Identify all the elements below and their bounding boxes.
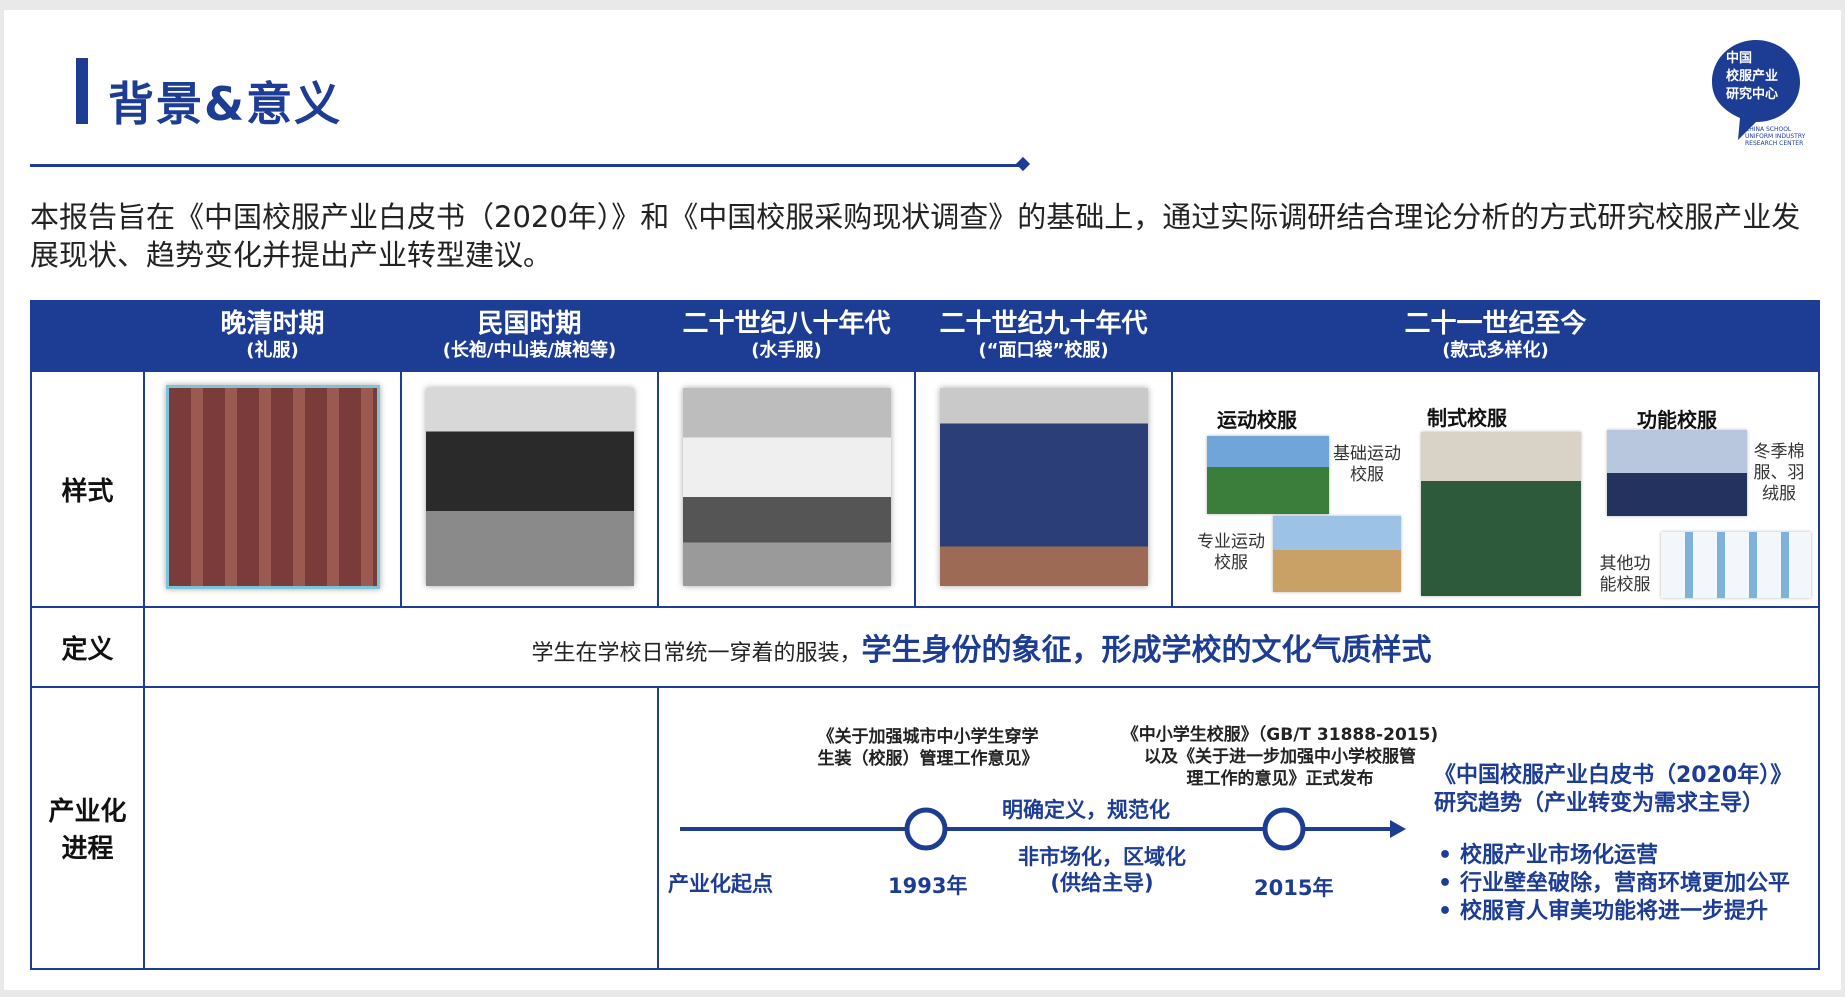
trend-item: 校服育人审美功能将进一步提升 xyxy=(1436,898,1790,926)
timeline-start-label: 产业化起点 xyxy=(668,872,773,896)
year-1993-label: 1993年 xyxy=(888,874,968,898)
segment-above-label: 明确定义，规范化 xyxy=(1002,798,1170,822)
timeline-arrow-icon xyxy=(1390,820,1406,838)
milestone-2015-marker xyxy=(1262,807,1306,851)
slide: 背景&意义 中国 校服产业 研究中心 CHINA SCHOOL UNIFORM … xyxy=(4,10,1841,990)
milestone-1993-marker xyxy=(904,807,948,851)
trend-item: 行业壁垒破除，营商环境更加公平 xyxy=(1436,870,1790,898)
trend-list: 校服产业市场化运营 行业壁垒破除，营商环境更加公平 校服育人审美功能将进一步提升 xyxy=(1436,842,1790,926)
white-paper-trend-title: 《中国校服产业白皮书（2020年）》 研究趋势（产业转变为需求主导） xyxy=(1434,763,1793,816)
trend-item: 校服产业市场化运营 xyxy=(1436,842,1790,870)
policy-2015-text: 《中小学生校服》（GB/T 31888-2015) 以及《关于进一步加强中小学校… xyxy=(1121,725,1439,789)
year-2015-label: 2015年 xyxy=(1254,876,1334,900)
policy-1993-text: 《关于加强城市中小学生穿学 生装（校服）管理工作意见》 xyxy=(817,727,1039,769)
segment-below-label: 非市场化，区域化 (供给主导) xyxy=(1018,845,1186,895)
